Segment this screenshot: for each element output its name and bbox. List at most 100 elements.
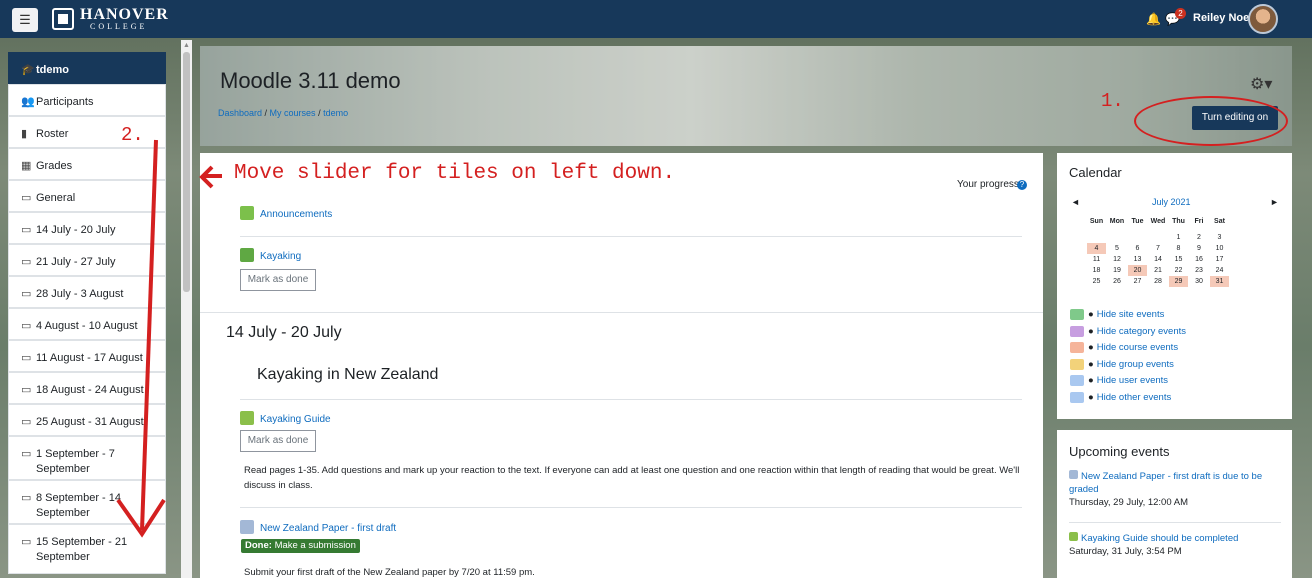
sidebar-item-tdemo[interactable]: 🎓 tdemo	[8, 52, 166, 84]
activity-kayaking-guide[interactable]: Kayaking Guide	[260, 414, 331, 425]
mark-as-done-button[interactable]: Mark as done	[240, 430, 316, 452]
sidebar-item-4-august-10-august[interactable]: ▭ 4 August - 10 August	[8, 308, 166, 340]
crest-icon	[52, 8, 74, 30]
sidebar-item-label: 28 July - 3 August	[36, 288, 124, 300]
site-logo[interactable]: HANOVER COLLEGE	[52, 6, 174, 32]
upcoming-event-date: Thursday, 29 July, 12:00 AM	[1069, 497, 1188, 508]
eye-icon	[1070, 391, 1084, 403]
breadcrumb-course[interactable]: tdemo	[323, 108, 348, 118]
course-content: Your progress ? Announcements Kayaking M…	[200, 153, 1043, 578]
annotation-step-1: 1.	[1101, 90, 1124, 112]
calendar-day[interactable]: 10	[1210, 243, 1229, 254]
calendar-day[interactable]: 16	[1190, 254, 1209, 265]
event-filter-toggle[interactable]: ● Hide user events	[1070, 375, 1168, 386]
event-filter-label: Hide site events	[1096, 309, 1165, 321]
sidebar-item-14-july-20-july[interactable]: ▭ 14 July - 20 July	[8, 212, 166, 244]
calendar-day[interactable]: 8	[1169, 243, 1188, 254]
drawer-scroll-thumb[interactable]	[183, 52, 190, 292]
calendar-day[interactable]: 22	[1169, 265, 1188, 276]
calendar-day[interactable]: 26	[1108, 276, 1127, 287]
upcoming-event-link[interactable]: New Zealand Paper - first draft is due t…	[1069, 471, 1262, 495]
calendar-day[interactable]: 19	[1108, 265, 1127, 276]
hamburger-menu-icon[interactable]: ☰	[12, 8, 38, 32]
user-name[interactable]: Reiley Noe	[1193, 12, 1249, 24]
folder-icon: ▭	[21, 536, 32, 548]
breadcrumb-dashboard[interactable]: Dashboard	[218, 108, 262, 118]
calendar-day[interactable]: 29	[1169, 276, 1188, 287]
calendar-day[interactable]: 21	[1149, 265, 1168, 276]
calendar-day[interactable]: 11	[1087, 254, 1106, 265]
sidebar-item-label: 14 July - 20 July	[36, 224, 116, 236]
calendar-day[interactable]: 30	[1190, 276, 1209, 287]
calendar-day[interactable]: 9	[1190, 243, 1209, 254]
activity-description: Submit your first draft of the New Zeala…	[244, 567, 535, 578]
activity-kayaking[interactable]: Kayaking	[260, 251, 301, 262]
event-filter-toggle[interactable]: ● Hide course events	[1070, 342, 1178, 353]
message-count-badge: 2	[1175, 8, 1186, 19]
event-filter-toggle[interactable]: ● Hide group events	[1070, 358, 1174, 370]
sidebar-item-15-september-21-september[interactable]: ▭ 15 September - 21 September	[8, 524, 166, 574]
calendar-day[interactable]: 23	[1190, 265, 1209, 276]
calendar-day[interactable]: 31	[1210, 276, 1229, 287]
event-filter-toggle[interactable]: ● Hide other events	[1070, 391, 1171, 403]
folder-icon: ▭	[21, 192, 32, 204]
avatar[interactable]	[1248, 4, 1278, 34]
calendar-day[interactable]: 6	[1128, 243, 1147, 254]
calendar-day-of-week: Fri	[1194, 218, 1204, 225]
upcoming-event-date: Saturday, 31 July, 3:54 PM	[1069, 546, 1182, 557]
sidebar-item-label: Roster	[36, 128, 69, 140]
upcoming-event-link[interactable]: Kayaking Guide should be completed	[1081, 533, 1238, 544]
prev-month-icon[interactable]: ◄	[1071, 197, 1080, 207]
calendar-day[interactable]: 1	[1169, 232, 1188, 243]
calendar-day[interactable]: 15	[1169, 254, 1188, 265]
calendar-day[interactable]: 14	[1149, 254, 1168, 265]
gear-icon[interactable]: ⚙▾	[1250, 74, 1272, 94]
calendar-icon: ●	[1088, 391, 1094, 403]
bell-icon[interactable]: 🔔	[1146, 12, 1161, 26]
scroll-up-arrow-icon[interactable]: ▲	[183, 42, 190, 49]
completion-badge: Done: Make a submission	[241, 539, 360, 553]
calendar-month[interactable]: July 2021	[1152, 197, 1191, 207]
event-filter-toggle[interactable]: ● Hide category events	[1070, 325, 1186, 337]
calendar-day[interactable]: 12	[1108, 254, 1127, 265]
sidebar-item-25-august-31-august[interactable]: ▭ 25 August - 31 August	[8, 404, 166, 436]
users-icon: 👥	[21, 96, 35, 108]
calendar-day[interactable]: 4	[1087, 243, 1106, 254]
sidebar-item-8-september-14-september[interactable]: ▭ 8 September - 14 September	[8, 480, 166, 524]
next-month-icon[interactable]: ►	[1270, 197, 1279, 207]
help-icon[interactable]: ?	[1017, 180, 1027, 190]
sidebar-item-grades[interactable]: ▦ Grades	[8, 148, 166, 180]
folder-icon: ▭	[21, 492, 32, 504]
sidebar-item-18-august-24-august[interactable]: ▭ 18 August - 24 August	[8, 372, 166, 404]
upcoming-event: New Zealand Paper - first draft is due t…	[1069, 470, 1279, 509]
calendar-day[interactable]: 18	[1087, 265, 1106, 276]
calendar-day-of-week: Mon	[1109, 218, 1125, 225]
calendar-day[interactable]: 20	[1128, 265, 1147, 276]
calendar-day[interactable]: 25	[1087, 276, 1106, 287]
calendar-day[interactable]: 28	[1149, 276, 1168, 287]
sidebar-item-1-september-7-september[interactable]: ▭ 1 September - 7 September	[8, 436, 166, 480]
calendar-day[interactable]: 13	[1128, 254, 1147, 265]
event-filter-toggle[interactable]: ● Hide site events	[1070, 309, 1164, 320]
forum-icon	[240, 206, 254, 220]
sidebar-item-28-july-3-august[interactable]: ▭ 28 July - 3 August	[8, 276, 166, 308]
sidebar-item-11-august-17-august[interactable]: ▭ 11 August - 17 August	[8, 340, 166, 372]
activity-nz-paper[interactable]: New Zealand Paper - first draft	[260, 523, 396, 534]
graduation-cap-icon: 🎓	[21, 64, 35, 76]
sidebar-item-general[interactable]: ▭ General	[8, 180, 166, 212]
calendar-day[interactable]: 17	[1210, 254, 1229, 265]
calendar-day[interactable]: 5	[1108, 243, 1127, 254]
breadcrumb-my-courses[interactable]: My courses	[270, 108, 316, 118]
activity-announcements[interactable]: Announcements	[260, 209, 332, 220]
sidebar-item-participants[interactable]: 👥 Participants	[8, 84, 166, 116]
table-icon: ▦	[21, 160, 32, 172]
calendar-day[interactable]: 24	[1210, 265, 1229, 276]
divider	[240, 399, 1022, 400]
calendar-day[interactable]: 27	[1128, 276, 1147, 287]
calendar-day[interactable]: 7	[1149, 243, 1168, 254]
mark-as-done-button[interactable]: Mark as done	[240, 269, 316, 291]
calendar-day[interactable]: 3	[1210, 232, 1229, 243]
sidebar-item-21-july-27-july[interactable]: ▭ 21 July - 27 July	[8, 244, 166, 276]
calendar-day[interactable]: 2	[1190, 232, 1209, 243]
section-title: 14 July - 20 July	[226, 324, 342, 341]
